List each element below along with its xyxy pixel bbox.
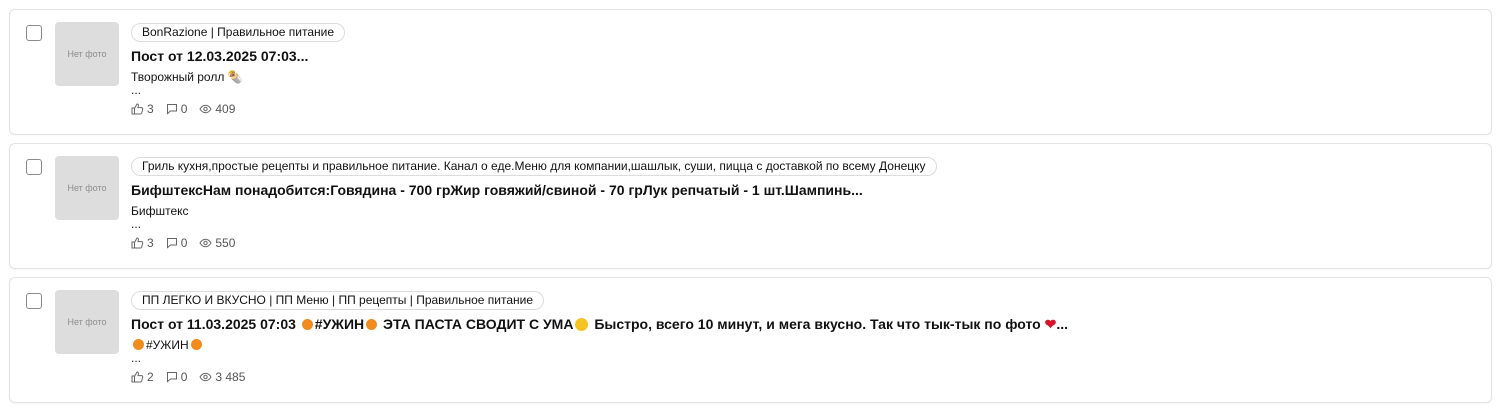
comments-stat: 0: [166, 236, 188, 250]
likes-count: 3: [147, 236, 154, 250]
likes-count: 2: [147, 370, 154, 384]
tangerine-icon: [366, 319, 378, 330]
title-hashtag: #УЖИН: [314, 316, 365, 332]
tangerine-icon: [133, 339, 144, 350]
thumbnail-placeholder: Нет фото: [55, 156, 119, 220]
excerpt-ellipsis: ...: [131, 217, 142, 231]
post-stats: 3 0 409: [131, 102, 1481, 116]
comments-count: 0: [180, 370, 188, 384]
likes-stat: 3: [131, 102, 154, 116]
select-checkbox[interactable]: [26, 293, 42, 309]
post-title[interactable]: Пост от 11.03.2025 07:03 #УЖИН ЭТА ПАСТА…: [131, 315, 1481, 333]
heart-icon: ❤: [1044, 316, 1057, 332]
channel-badge[interactable]: BonRazione | Правильное питание: [131, 23, 346, 42]
select-checkbox[interactable]: [26, 25, 42, 41]
eye-icon: [199, 104, 212, 114]
comments-stat: 0: [166, 102, 188, 116]
thumbnail-placeholder: Нет фото: [55, 290, 119, 354]
post-excerpt: #УЖИН: [131, 338, 1481, 353]
thumbnail-placeholder: Нет фото: [55, 22, 119, 86]
likes-stat: 2: [131, 370, 154, 384]
post-stats: 2 0 3 485: [131, 370, 1481, 384]
views-stat: 409: [199, 102, 235, 116]
channel-badge[interactable]: ПП ЛЕГКО И ВКУСНО | ПП Меню | ПП рецепты…: [131, 291, 545, 310]
views-stat: 3 485: [199, 370, 245, 384]
views-count: 409: [215, 102, 236, 116]
post-card[interactable]: Нет фото BonRazione | Правильное питание…: [9, 9, 1492, 135]
excerpt-text: #УЖИН: [146, 338, 189, 352]
grinning-face-icon: [575, 318, 589, 331]
title-ellipsis: ...: [1056, 316, 1068, 332]
post-card[interactable]: Нет фото Гриль кухня,простые рецепты и п…: [9, 143, 1492, 269]
title-text: Быстро, всего 10 минут, и мега вкусно. Т…: [594, 316, 1041, 332]
post-card[interactable]: Нет фото ПП ЛЕГКО И ВКУСНО | ПП Меню | П…: [9, 277, 1492, 403]
post-content: BonRazione | Правильное питание Пост от …: [131, 23, 1481, 116]
comments-stat: 0: [166, 370, 188, 384]
excerpt-ellipsis: ...: [131, 351, 142, 365]
comments-count: 0: [180, 102, 188, 116]
likes-stat: 3: [131, 236, 154, 250]
views-count: 3 485: [215, 370, 246, 384]
thumbnail-label: Нет фото: [67, 183, 107, 193]
excerpt-ellipsis: ...: [131, 83, 142, 97]
channel-badge[interactable]: Гриль кухня,простые рецепты и правильное…: [131, 157, 937, 176]
thumbnail-label: Нет фото: [67, 49, 107, 59]
title-text: Пост от 11.03.2025 07:03: [131, 316, 296, 332]
post-title[interactable]: БифштексНам понадобится:Говядина - 700 г…: [131, 181, 1481, 199]
likes-count: 3: [147, 102, 154, 116]
thumbnail-label: Нет фото: [67, 317, 107, 327]
post-excerpt: Бифштекс: [131, 204, 189, 218]
comment-icon: [166, 238, 177, 249]
post-content: Гриль кухня,простые рецепты и правильное…: [131, 157, 1481, 250]
post-content: ПП ЛЕГКО И ВКУСНО | ПП Меню | ПП рецепты…: [131, 291, 1481, 384]
post-excerpt: Творожный ролл 🌯: [131, 70, 243, 84]
post-title[interactable]: Пост от 12.03.2025 07:03...: [131, 47, 1481, 65]
thumbs-up-icon: [131, 237, 144, 249]
title-text: ЭТА ПАСТА СВОДИТ С УМА: [383, 316, 574, 332]
thumbs-up-icon: [131, 103, 144, 115]
post-stats: 3 0 550: [131, 236, 1481, 250]
eye-icon: [199, 372, 212, 382]
comment-icon: [166, 104, 177, 115]
tangerine-icon: [190, 339, 202, 350]
select-checkbox[interactable]: [26, 159, 42, 175]
comments-count: 0: [180, 236, 188, 250]
eye-icon: [199, 238, 212, 248]
tangerine-icon: [301, 319, 313, 330]
views-count: 550: [215, 236, 236, 250]
thumbs-up-icon: [131, 371, 144, 383]
comment-icon: [166, 372, 177, 383]
views-stat: 550: [199, 236, 235, 250]
